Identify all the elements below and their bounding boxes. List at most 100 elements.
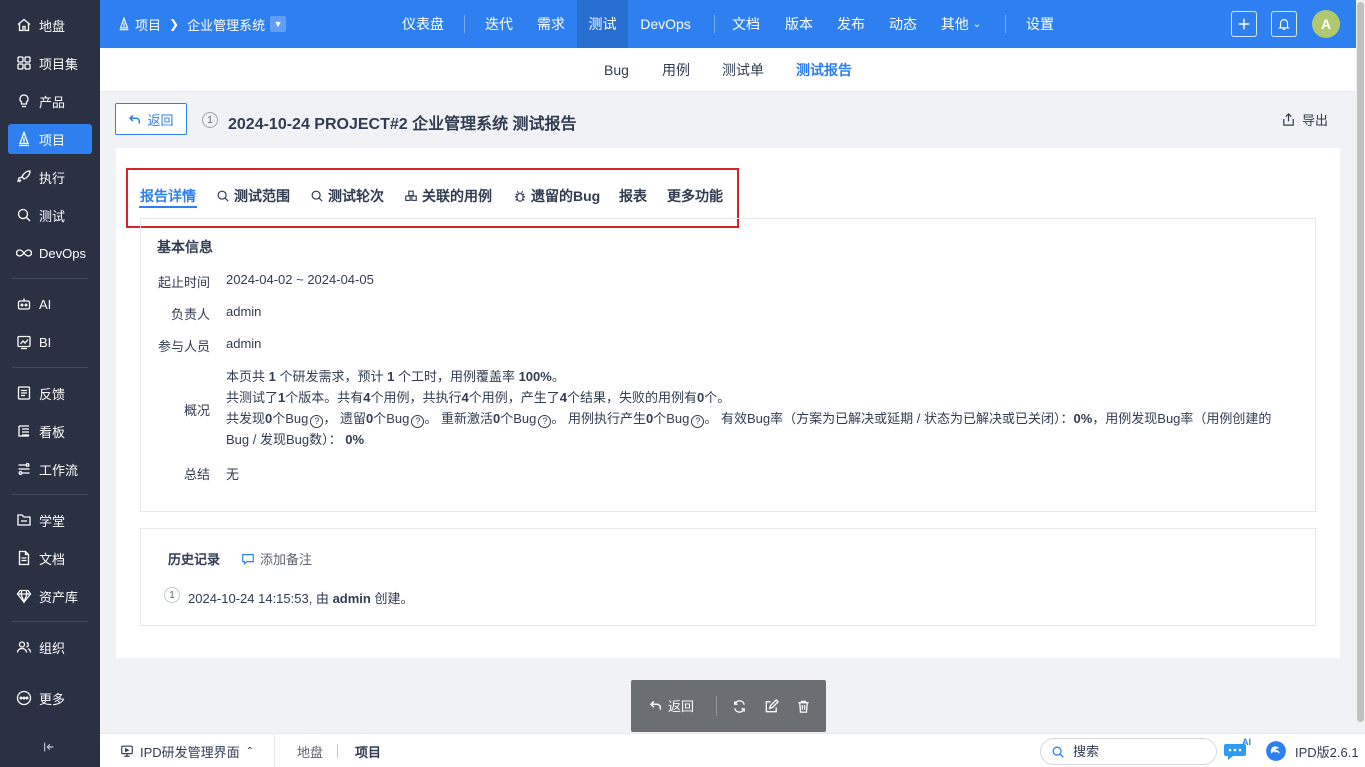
active-tab-underline <box>139 206 197 208</box>
overview-line-2: 共测试了1个版本。共有4个用例，共执行4个用例，产生了4个结果，失败的用例有0个… <box>226 390 731 405</box>
sidebar-item-more[interactable]: 更多 <box>8 683 92 713</box>
tab-charts[interactable]: 报表 <box>619 184 647 208</box>
tab-more-features[interactable]: 更多功能 <box>667 184 723 208</box>
sidebar-item-org[interactable]: 组织 <box>8 632 92 662</box>
sidebar-item-assets[interactable]: 资产库 <box>8 581 92 611</box>
sub-navbar: Bug 用例 测试单 测试报告 <box>100 48 1356 92</box>
refresh-button[interactable] <box>731 698 747 714</box>
sidebar-item-project[interactable]: 项目 <box>8 124 92 154</box>
users-icon <box>15 638 33 656</box>
version-info[interactable]: IPD版2.6.1 <box>1265 734 1359 767</box>
chevron-down-icon: ⌄ <box>972 18 982 30</box>
kanban-icon <box>15 422 33 440</box>
nav-separator <box>464 15 465 33</box>
subnav-testtask[interactable]: 测试单 <box>722 48 764 92</box>
school-icon <box>15 511 33 529</box>
sidebar-item-execution[interactable]: 执行 <box>8 162 92 192</box>
sidebar-item-feedback[interactable]: 反馈 <box>8 378 92 408</box>
subnav-testcase[interactable]: 用例 <box>662 48 690 92</box>
sidebar-item-test[interactable]: 测试 <box>8 200 92 230</box>
basic-info-section <box>140 218 1316 512</box>
ipd-interface-switch[interactable]: IPD研发管理界面 ⌃ <box>120 734 254 767</box>
help-question-icon[interactable]: ? <box>411 415 425 428</box>
notification-button[interactable] <box>1271 11 1297 37</box>
subnav-testreport[interactable]: 测试报告 <box>796 48 852 92</box>
nav-test[interactable]: 测试 <box>577 0 628 48</box>
nav-dashboard[interactable]: 仪表盘 <box>390 0 456 48</box>
sidebar-item-product[interactable]: 产品 <box>8 86 92 116</box>
nav-doc[interactable]: 文档 <box>722 0 770 48</box>
nav-iteration[interactable]: 迭代 <box>475 0 523 48</box>
actionbar-back-label: 返回 <box>668 699 695 714</box>
nav-story[interactable]: 需求 <box>527 0 575 48</box>
tab-report-detail[interactable]: 报告详情 <box>140 184 196 208</box>
ai-chat-button[interactable]: AI <box>1224 737 1252 762</box>
sidebar-item-label: 项目 <box>39 132 66 148</box>
user-avatar[interactable]: A <box>1312 10 1340 38</box>
global-search-input[interactable] <box>1073 744 1203 759</box>
delete-button[interactable] <box>795 698 811 714</box>
period-label: 起止时间 <box>157 275 210 290</box>
tab-test-scope[interactable]: 测试范围 <box>216 184 290 208</box>
breadcrumb-root[interactable]: 项目 <box>135 15 161 34</box>
sidebar-divider <box>12 621 88 622</box>
back-button[interactable]: 返回 <box>115 103 187 135</box>
nav-build[interactable]: 版本 <box>775 0 823 48</box>
tab-test-rounds[interactable]: 测试轮次 <box>310 184 384 208</box>
sidebar-item-dashboard[interactable]: 地盘 <box>8 10 92 40</box>
nav-dynamic[interactable]: 动态 <box>879 0 927 48</box>
nav-release[interactable]: 发布 <box>827 0 875 48</box>
sidebar-item-doc[interactable]: 文档 <box>8 543 92 573</box>
subnav-bug[interactable]: Bug <box>604 48 629 92</box>
search-icon <box>216 189 230 203</box>
help-question-icon[interactable]: ? <box>538 415 552 428</box>
page-scrollbar[interactable] <box>1356 0 1365 725</box>
nav-devops[interactable]: DevOps <box>633 0 698 48</box>
nav-label: 测试 <box>588 16 617 32</box>
sidebar-item-school[interactable]: 学堂 <box>8 505 92 535</box>
sidebar-item-workflow[interactable]: 工作流 <box>8 454 92 484</box>
chevron-up-icon: ⌃ <box>245 745 255 757</box>
nav-other[interactable]: 其他 ⌄ <box>935 0 987 48</box>
undo-arrow-icon <box>649 700 662 710</box>
sidebar-item-label: 执行 <box>39 170 66 186</box>
sidebar-item-label: 文档 <box>39 551 66 567</box>
sidebar: 地盘 项目集 产品 项目 执行 测试 DevOps AI BI 反馈 看板 工作… <box>0 0 100 767</box>
tab-label: 报告详情 <box>140 188 196 204</box>
sidebar-item-bi[interactable]: BI <box>8 327 92 357</box>
edit-button[interactable] <box>763 698 779 714</box>
export-button[interactable]: 导出 <box>1281 110 1328 129</box>
bottom-crumb-dashboard[interactable]: 地盘 <box>297 734 323 767</box>
global-search-box[interactable] <box>1040 738 1217 765</box>
sidebar-item-program[interactable]: 项目集 <box>8 48 92 78</box>
refresh-icon <box>733 699 745 713</box>
breadcrumb-current-project[interactable]: 企业管理系统 <box>187 15 265 34</box>
help-question-icon[interactable]: ? <box>310 415 324 428</box>
sidebar-item-label: 反馈 <box>39 386 66 402</box>
collapse-sidebar-icon[interactable] <box>42 740 58 756</box>
ai-badge-label: AI <box>1242 737 1251 747</box>
comment-icon <box>242 553 254 565</box>
nav-settings[interactable]: 设置 <box>1016 0 1064 48</box>
tab-remaining-bugs[interactable]: 遗留的Bug <box>513 184 600 208</box>
actionbar-back-button[interactable]: 返回 <box>649 696 694 715</box>
scrollbar-thumb[interactable] <box>1357 2 1364 722</box>
bug-icon <box>513 189 527 203</box>
sidebar-item-devops[interactable]: DevOps <box>8 238 92 268</box>
sidebar-item-label: BI <box>39 334 52 350</box>
sidebar-item-ai[interactable]: AI <box>8 289 92 319</box>
sidebar-item-label: 产品 <box>39 94 66 110</box>
bottombar-divider <box>274 734 275 767</box>
sidebar-item-label: 组织 <box>39 640 66 656</box>
bottom-crumb-project[interactable]: 项目 <box>355 734 381 767</box>
tab-linked-cases[interactable]: 关联的用例 <box>404 184 492 208</box>
undo-arrow-icon <box>129 114 141 124</box>
sidebar-item-kanban[interactable]: 看板 <box>8 416 92 446</box>
sidebar-item-label: 工作流 <box>39 462 79 478</box>
help-question-icon[interactable]: ? <box>691 415 705 428</box>
create-button[interactable] <box>1231 11 1257 37</box>
tab-label: 测试轮次 <box>328 188 384 204</box>
add-note-button[interactable]: 添加备注 <box>241 549 312 568</box>
nav-separator <box>714 15 715 33</box>
project-switch-dropdown-icon[interactable]: ▼ <box>270 16 287 32</box>
